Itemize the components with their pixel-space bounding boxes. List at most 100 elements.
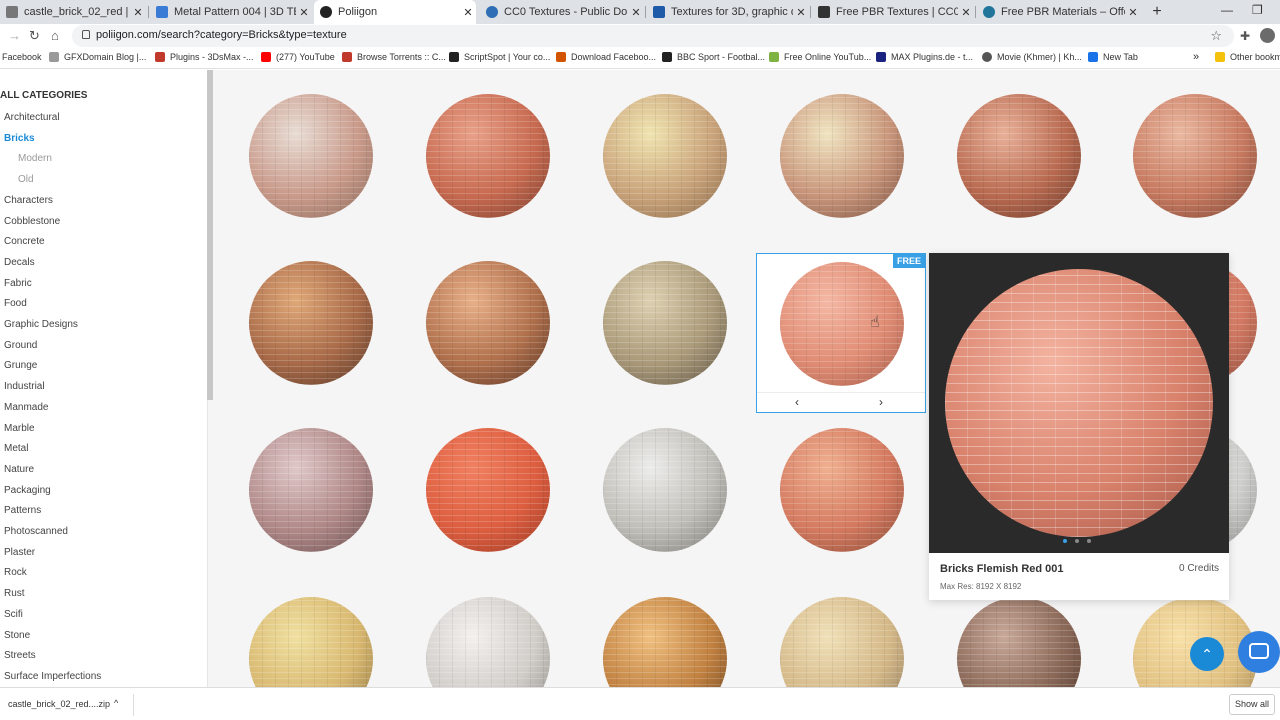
sidebar-category-item[interactable]: Rock bbox=[4, 567, 27, 578]
bookmark-scriptspot[interactable]: ScriptSpot | Your co... bbox=[449, 52, 550, 62]
sidebar-category-item[interactable]: Decals bbox=[4, 257, 35, 268]
sidebar-category-item[interactable]: Plaster bbox=[4, 547, 35, 558]
reload-icon[interactable]: ↻ bbox=[29, 28, 40, 44]
category-sidebar: ALL CATEGORIES Architectural Bricks Modern… bbox=[0, 70, 208, 687]
sidebar-category-item[interactable]: Fabric bbox=[4, 278, 32, 289]
sidebar-category-item[interactable]: Manmade bbox=[4, 402, 48, 413]
forward-icon[interactable]: → bbox=[8, 28, 21, 43]
bookmark-star-icon[interactable]: ☆ bbox=[1210, 28, 1222, 44]
minimize-icon[interactable]: — bbox=[1221, 3, 1233, 17]
texture-thumbnail[interactable] bbox=[426, 428, 550, 552]
pagination-dot[interactable] bbox=[1087, 539, 1091, 543]
texture-thumbnail[interactable] bbox=[1133, 94, 1257, 218]
show-all-button[interactable]: Show all bbox=[1229, 694, 1275, 715]
hovered-texture-card[interactable]: FREE ‹ › bbox=[756, 253, 926, 413]
bookmark-cg-torrents[interactable]: Browse Torrents :: C... bbox=[342, 52, 446, 62]
bookmark-facebook-downloader[interactable]: Download Faceboo... bbox=[556, 52, 656, 62]
bookmarks-overflow-icon[interactable]: » bbox=[1193, 51, 1199, 63]
texture-thumbnail[interactable] bbox=[249, 597, 373, 687]
bookmark-youtube-converter[interactable]: Free Online YouTub... bbox=[769, 52, 871, 62]
sidebar-category-item[interactable]: Streets bbox=[4, 650, 36, 661]
close-tab-icon[interactable]: ✕ bbox=[130, 6, 146, 19]
sidebar-category-item[interactable]: Characters bbox=[4, 195, 53, 206]
texture-thumbnail[interactable] bbox=[603, 428, 727, 552]
sidebar-category-item[interactable]: Concrete bbox=[4, 236, 45, 247]
sidebar-category-item[interactable]: Modern bbox=[18, 153, 52, 164]
tab-textures-3d[interactable]: Textures for 3D, graphic design a ✕ bbox=[647, 0, 809, 24]
restore-icon[interactable]: ❐ bbox=[1252, 3, 1263, 17]
sidebar-category-item[interactable]: Graphic Designs bbox=[4, 319, 78, 330]
sidebar-category-item[interactable]: Packaging bbox=[4, 485, 51, 496]
sidebar-category-item[interactable]: Ground bbox=[4, 340, 37, 351]
texture-thumbnail[interactable] bbox=[957, 597, 1081, 687]
new-tab-icon[interactable]: + bbox=[1148, 3, 1166, 21]
sidebar-category-item[interactable]: Food bbox=[4, 298, 27, 309]
sidebar-category-item[interactable]: Cobblestone bbox=[4, 216, 60, 227]
pagination-dot[interactable] bbox=[1075, 539, 1079, 543]
home-icon[interactable]: ⌂ bbox=[51, 28, 59, 43]
texture-thumbnail[interactable] bbox=[780, 428, 904, 552]
sidebar-category-item[interactable]: Patterns bbox=[4, 505, 41, 516]
texture-thumbnail[interactable] bbox=[426, 261, 550, 385]
texture-thumbnail[interactable] bbox=[249, 261, 373, 385]
bookmark-youtube[interactable]: (277) YouTube bbox=[261, 52, 335, 62]
sidebar-category-item[interactable]: Marble bbox=[4, 423, 35, 434]
sidebar-category-item[interactable]: Grunge bbox=[4, 360, 37, 371]
globe-icon bbox=[982, 52, 992, 62]
profile-avatar[interactable] bbox=[1260, 28, 1275, 43]
tab-cc0-textures[interactable]: CC0 Textures - Public Domain PB ✕ bbox=[480, 0, 644, 24]
tab-texture-haven[interactable]: castle_brick_02_red | Texture Hav ✕ bbox=[0, 0, 146, 24]
close-tab-icon[interactable]: ✕ bbox=[958, 6, 974, 19]
texture-thumbnail[interactable] bbox=[780, 94, 904, 218]
bookmark-khmer-movie[interactable]: Movie (Khmer) | Kh... bbox=[982, 52, 1082, 62]
sidebar-category-item[interactable]: Scifi bbox=[4, 609, 23, 620]
close-tab-icon[interactable]: ✕ bbox=[1125, 6, 1141, 19]
address-bar[interactable]: poliigon.com/search?category=Bricks&type… bbox=[72, 25, 1234, 47]
extensions-puzzle-icon[interactable]: ✚ bbox=[1240, 29, 1250, 43]
next-arrow-icon[interactable]: › bbox=[879, 395, 883, 409]
close-tab-icon[interactable]: ✕ bbox=[460, 6, 476, 19]
download-options-icon[interactable]: ^ bbox=[114, 698, 118, 708]
tab-poliigon[interactable]: Poliigon ✕ bbox=[314, 0, 476, 24]
pagination-dot[interactable] bbox=[1063, 539, 1067, 543]
bookmark-facebook[interactable]: Facebook bbox=[2, 52, 42, 62]
bookmark-label: Facebook bbox=[2, 52, 42, 62]
bookmark-new-tab[interactable]: New Tab bbox=[1088, 52, 1138, 62]
texture-thumbnail[interactable] bbox=[603, 261, 727, 385]
tab-free-pbr-textures[interactable]: Free PBR Textures | CC0 Textures ✕ bbox=[812, 0, 974, 24]
texture-thumbnail[interactable] bbox=[426, 94, 550, 218]
bookmark-bbc-sport[interactable]: BBC Sport - Footbal... bbox=[662, 52, 765, 62]
close-tab-icon[interactable]: ✕ bbox=[793, 6, 809, 19]
texture-thumbnail[interactable] bbox=[780, 262, 904, 386]
sidebar-category-item[interactable]: Old bbox=[18, 174, 34, 185]
texture-thumbnail[interactable] bbox=[249, 94, 373, 218]
bookmark-3dsmax-plugins[interactable]: Plugins - 3DsMax -... bbox=[155, 52, 254, 62]
sidebar-category-item[interactable]: Architectural bbox=[4, 112, 60, 123]
tab-free-pbr-materials[interactable]: Free PBR Materials – Offering FR ✕ bbox=[977, 0, 1141, 24]
texture-thumbnail[interactable] bbox=[249, 428, 373, 552]
url-text[interactable]: poliigon.com/search?category=Bricks&type… bbox=[96, 29, 347, 41]
sidebar-category-item[interactable]: Surface Imperfections bbox=[4, 671, 101, 682]
bookmark-gfxdomain[interactable]: GFXDomain Blog |... bbox=[49, 52, 146, 62]
sidebar-category-item[interactable]: Photoscanned bbox=[4, 526, 68, 537]
sidebar-category-item[interactable]: Industrial bbox=[4, 381, 45, 392]
previous-arrow-icon[interactable]: ‹ bbox=[795, 395, 799, 409]
sidebar-category-item[interactable]: Stone bbox=[4, 630, 30, 641]
sidebar-category-item[interactable]: Rust bbox=[4, 588, 25, 599]
texture-thumbnail[interactable] bbox=[426, 597, 550, 687]
sidebar-category-item[interactable]: Bricks bbox=[4, 133, 35, 144]
sidebar-category-item[interactable]: Metal bbox=[4, 443, 28, 454]
bookmark-other[interactable]: Other bookm bbox=[1215, 52, 1280, 62]
texture-thumbnail[interactable] bbox=[603, 597, 727, 687]
chat-button[interactable] bbox=[1238, 631, 1280, 673]
download-item[interactable]: castle_brick_02_red....zip bbox=[8, 699, 110, 709]
tab-metal-pattern[interactable]: Metal Pattern 004 | 3D TEXTURES ✕ bbox=[150, 0, 312, 24]
bookmark-max-plugins[interactable]: MAX Plugins.de - t... bbox=[876, 52, 973, 62]
texture-thumbnail[interactable] bbox=[780, 597, 904, 687]
scroll-to-top-button[interactable]: ⌃ bbox=[1190, 637, 1224, 671]
close-tab-icon[interactable]: ✕ bbox=[628, 6, 644, 19]
sidebar-category-item[interactable]: Nature bbox=[4, 464, 34, 475]
texture-thumbnail[interactable] bbox=[603, 94, 727, 218]
texture-thumbnail[interactable] bbox=[957, 94, 1081, 218]
close-tab-icon[interactable]: ✕ bbox=[296, 6, 312, 19]
